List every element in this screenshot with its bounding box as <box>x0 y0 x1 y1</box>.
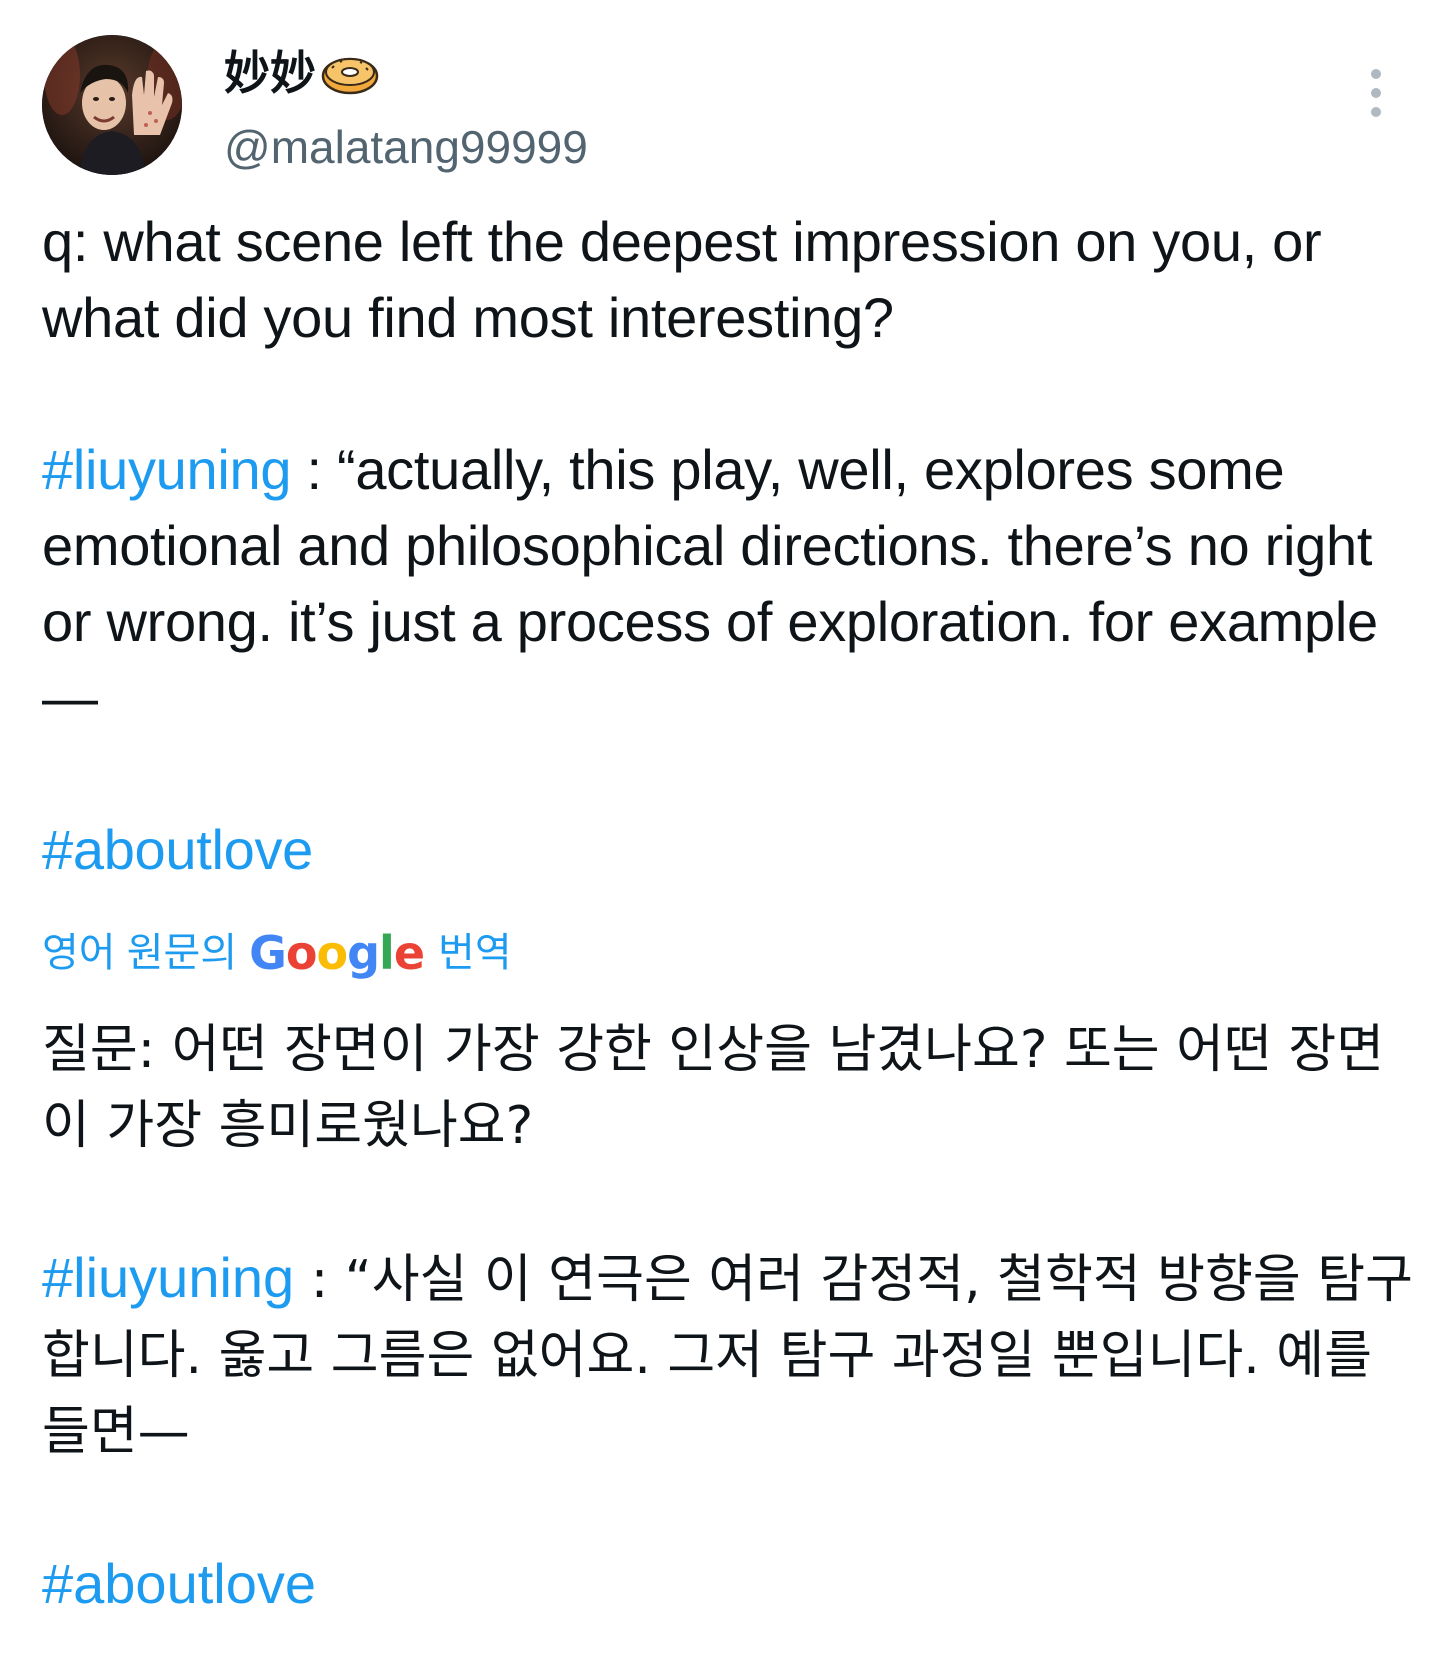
answer-paragraph: #liuyuning : “actually, this play, well,… <box>42 432 1412 736</box>
avatar-photo <box>42 35 182 175</box>
avatar[interactable] <box>42 35 182 175</box>
author-info[interactable]: 妙妙 @malatang99999 <box>224 45 588 175</box>
hashtag-liuyuning[interactable]: #liuyuning <box>42 1246 294 1309</box>
bagel-icon <box>321 57 379 95</box>
translation-suffix: 번역 <box>438 931 512 975</box>
translation-attribution[interactable]: 영어 원문의 Google 번역 <box>42 925 512 981</box>
translated-hashtag-paragraph: #aboutlove <box>42 1546 1422 1624</box>
tweet: 妙妙 @malatang99999 q: what scene left the… <box>0 0 1440 1679</box>
hashtag-aboutlove[interactable]: #aboutlove <box>42 1552 316 1615</box>
hashtag-aboutlove[interactable]: #aboutlove <box>42 818 313 881</box>
question-text: q: what scene left the deepest impressio… <box>42 210 1337 349</box>
translation-prefix: 영어 원문의 <box>42 931 238 975</box>
display-name[interactable]: 妙妙 <box>224 45 588 101</box>
display-name-text: 妙妙 <box>224 47 316 99</box>
tweet-text-original: q: what scene left the deepest impressio… <box>42 204 1412 888</box>
translated-question: 질문: 어떤 장면이 가장 강한 인상을 남겼나요? 또는 어떤 장면이 가장 … <box>42 1020 1385 1156</box>
more-dot-icon <box>1371 107 1381 117</box>
more-options-button[interactable] <box>1354 65 1398 121</box>
tweet-header: 妙妙 @malatang99999 <box>42 35 1398 175</box>
translated-answer-paragraph: #liuyuning : “사실 이 연극은 여러 감정적, 철학적 방향을 탐… <box>42 1240 1422 1470</box>
tweet-text-translated: 질문: 어떤 장면이 가장 강한 인상을 남겼나요? 또는 어떤 장면이 가장 … <box>42 1012 1422 1624</box>
hashtag-liuyuning[interactable]: #liuyuning <box>42 438 292 501</box>
handle[interactable]: @malatang99999 <box>224 119 588 175</box>
more-dot-icon <box>1371 69 1381 79</box>
hashtag-paragraph: #aboutlove <box>42 812 1412 888</box>
more-dot-icon <box>1371 88 1381 98</box>
google-logo: Google <box>249 926 425 980</box>
